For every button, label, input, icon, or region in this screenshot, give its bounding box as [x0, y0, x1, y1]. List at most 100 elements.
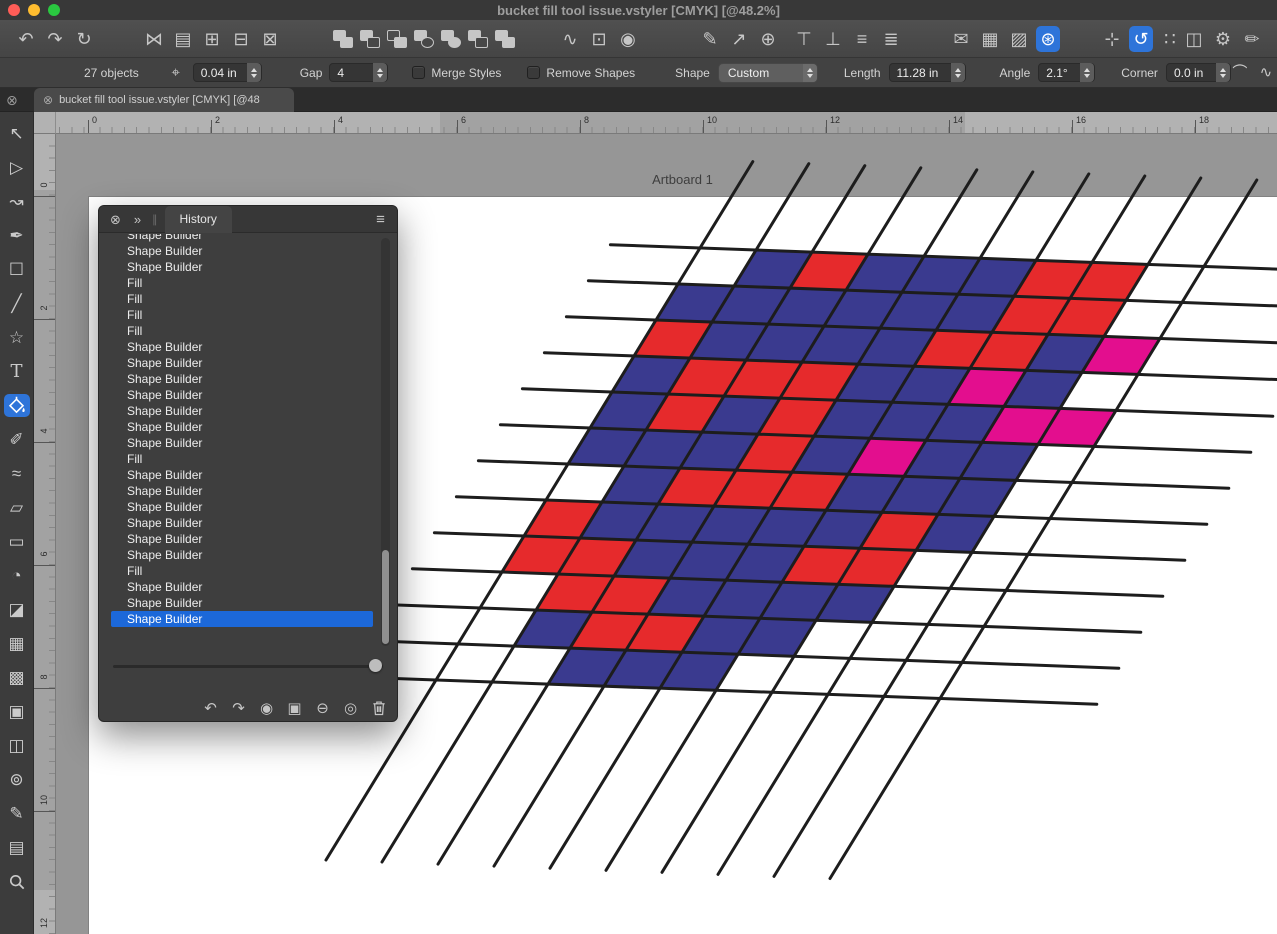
fan-tool[interactable]: ◔ — [4, 564, 30, 587]
history-item[interactable]: Shape Builder — [111, 435, 373, 451]
ring-tool[interactable]: ⊚ — [4, 768, 30, 791]
star-tool[interactable]: ☆ — [4, 326, 30, 349]
mirror-icon[interactable]: ⋈ — [142, 26, 166, 52]
remove-shapes-checkbox[interactable]: Remove Shapes — [527, 66, 635, 80]
squiggle-icon[interactable]: ∿ — [1257, 63, 1275, 83]
panel-close-icon[interactable]: ⊗ — [108, 210, 123, 228]
pencil-tool[interactable]: ✎ — [4, 802, 30, 825]
pen-tool[interactable]: ✒ — [4, 224, 30, 247]
align-bottom-icon[interactable]: ⊥ — [821, 26, 845, 52]
angle-stepper[interactable] — [1080, 63, 1094, 82]
history-item[interactable]: Fill — [111, 323, 373, 339]
mesh-globe-icon[interactable]: ⊕ — [756, 26, 780, 52]
pattern-tool[interactable]: ▩ — [4, 666, 30, 689]
length-stepper[interactable] — [951, 63, 965, 82]
shape-builder-trim-icon[interactable] — [467, 29, 489, 49]
refresh-icon[interactable]: ↻ — [72, 26, 96, 52]
shape-builder-union-icon[interactable] — [332, 29, 354, 49]
distribute-icon[interactable]: ≡ — [850, 26, 874, 52]
document-tab[interactable]: ⊗ bucket fill tool issue.vstyler [CMYK] … — [34, 88, 294, 112]
hatch-icon[interactable]: ▨ — [1007, 26, 1031, 52]
select-dots-icon[interactable]: ∷ — [1158, 26, 1182, 52]
frame-subtract-icon[interactable]: ⊟ — [229, 26, 253, 52]
history-item[interactable]: Fill — [111, 307, 373, 323]
history-item[interactable]: Fill — [111, 563, 373, 579]
shape-builder-merge-icon[interactable] — [494, 29, 516, 49]
zoom-state-icon[interactable]: ◎ — [343, 699, 358, 717]
snapshot-icon[interactable]: ▣ — [287, 699, 302, 717]
history-undo-icon[interactable]: ↶ — [203, 699, 218, 717]
slice-icon[interactable]: ◫ — [1182, 26, 1206, 52]
swirl-icon[interactable]: ↺ — [1129, 26, 1153, 52]
grid-icon[interactable]: ▦ — [978, 26, 1002, 52]
shape-builder-subtract-icon[interactable] — [359, 29, 381, 49]
history-item[interactable]: Shape Builder — [111, 419, 373, 435]
angle-field[interactable]: 2.1° — [1038, 63, 1095, 82]
fill-tool[interactable] — [4, 394, 30, 417]
history-item[interactable]: Fill — [111, 275, 373, 291]
gradient-tool[interactable]: ◪ — [4, 598, 30, 621]
curve-icon[interactable]: ∿ — [558, 26, 582, 52]
history-tab[interactable]: History — [165, 206, 232, 233]
history-item[interactable]: Shape Builder — [111, 611, 373, 627]
select-tool[interactable]: ↖ — [4, 122, 30, 145]
history-item[interactable]: Fill — [111, 291, 373, 307]
corner-field[interactable]: 0.0 in — [1166, 63, 1231, 82]
history-item[interactable]: Shape Builder — [111, 355, 373, 371]
history-slider-knob[interactable] — [369, 659, 382, 672]
history-slider[interactable] — [113, 658, 383, 674]
artboard-tool[interactable]: ▤ — [4, 836, 30, 859]
history-item[interactable]: Shape Builder — [111, 499, 373, 515]
merge-styles-checkbox[interactable]: Merge Styles — [412, 66, 501, 80]
length-field[interactable]: 11.28 in — [889, 63, 966, 82]
shape-builder-exclude-icon[interactable] — [413, 29, 435, 49]
blend-circles-icon[interactable]: ⊛ — [1036, 26, 1060, 52]
history-item[interactable]: Shape Builder — [111, 531, 373, 547]
history-item[interactable]: Shape Builder — [111, 339, 373, 355]
history-item[interactable]: Shape Builder — [111, 243, 373, 259]
panel-collapse-icon[interactable]: » — [130, 210, 145, 228]
remove-state-icon[interactable]: ⊖ — [315, 699, 330, 717]
curve-tool[interactable]: ↝ — [4, 190, 30, 213]
history-item[interactable]: Shape Builder — [111, 483, 373, 499]
brush-icon[interactable]: ✏ — [1240, 26, 1264, 52]
patch-tool[interactable]: ▱ — [4, 496, 30, 519]
panel-menu-icon[interactable]: ≡ — [373, 210, 388, 228]
history-redo-icon[interactable]: ↷ — [231, 699, 246, 717]
history-item[interactable]: Shape Builder — [111, 234, 373, 243]
nudge-stepper[interactable] — [247, 63, 261, 82]
marquee-tool[interactable]: ☐ — [4, 258, 30, 281]
zoom-tool[interactable] — [4, 870, 30, 893]
delete-history-icon[interactable] — [371, 699, 386, 717]
scrollbar-thumb[interactable] — [382, 550, 389, 644]
frame-tool[interactable]: ▣ — [4, 700, 30, 723]
history-item[interactable]: Shape Builder — [111, 387, 373, 403]
envelope-icon[interactable]: ✉ — [949, 26, 973, 52]
history-item[interactable]: Shape Builder — [111, 259, 373, 275]
style-picker-tool[interactable]: ✐ — [4, 428, 30, 451]
history-item[interactable]: Shape Builder — [111, 515, 373, 531]
checkbox-box[interactable] — [527, 66, 540, 79]
line-tool[interactable]: ╱ — [4, 292, 30, 315]
frame-add-icon[interactable]: ⊞ — [200, 26, 224, 52]
arc-icon[interactable]: ⌒ — [1231, 63, 1249, 83]
nudge-field[interactable]: 0.04 in — [193, 63, 262, 82]
frame-swap-icon[interactable]: ⊠ — [258, 26, 282, 52]
corner-stepper[interactable] — [1216, 63, 1230, 82]
history-item[interactable]: Shape Builder — [111, 371, 373, 387]
target-icon[interactable]: ◉ — [616, 26, 640, 52]
tab-close-icon[interactable]: ⊗ — [43, 93, 53, 107]
history-scrollbar[interactable] — [381, 238, 390, 646]
shape-dropdown[interactable]: Custom — [718, 63, 818, 83]
text-tool[interactable]: T — [4, 360, 30, 383]
gap-stepper[interactable] — [373, 63, 387, 82]
redo-icon[interactable]: ↷ — [43, 26, 67, 52]
checkbox-box[interactable] — [412, 66, 425, 79]
history-item[interactable]: Shape Builder — [111, 595, 373, 611]
spacing-icon[interactable]: ≣ — [879, 26, 903, 52]
transform-icon[interactable]: ⊹ — [1100, 26, 1124, 52]
history-item[interactable]: Shape Builder — [111, 467, 373, 483]
gear-icon[interactable]: ⚙ — [1211, 26, 1235, 52]
export-icon[interactable]: ↗ — [727, 26, 751, 52]
gap-field[interactable]: 4 — [329, 63, 388, 82]
